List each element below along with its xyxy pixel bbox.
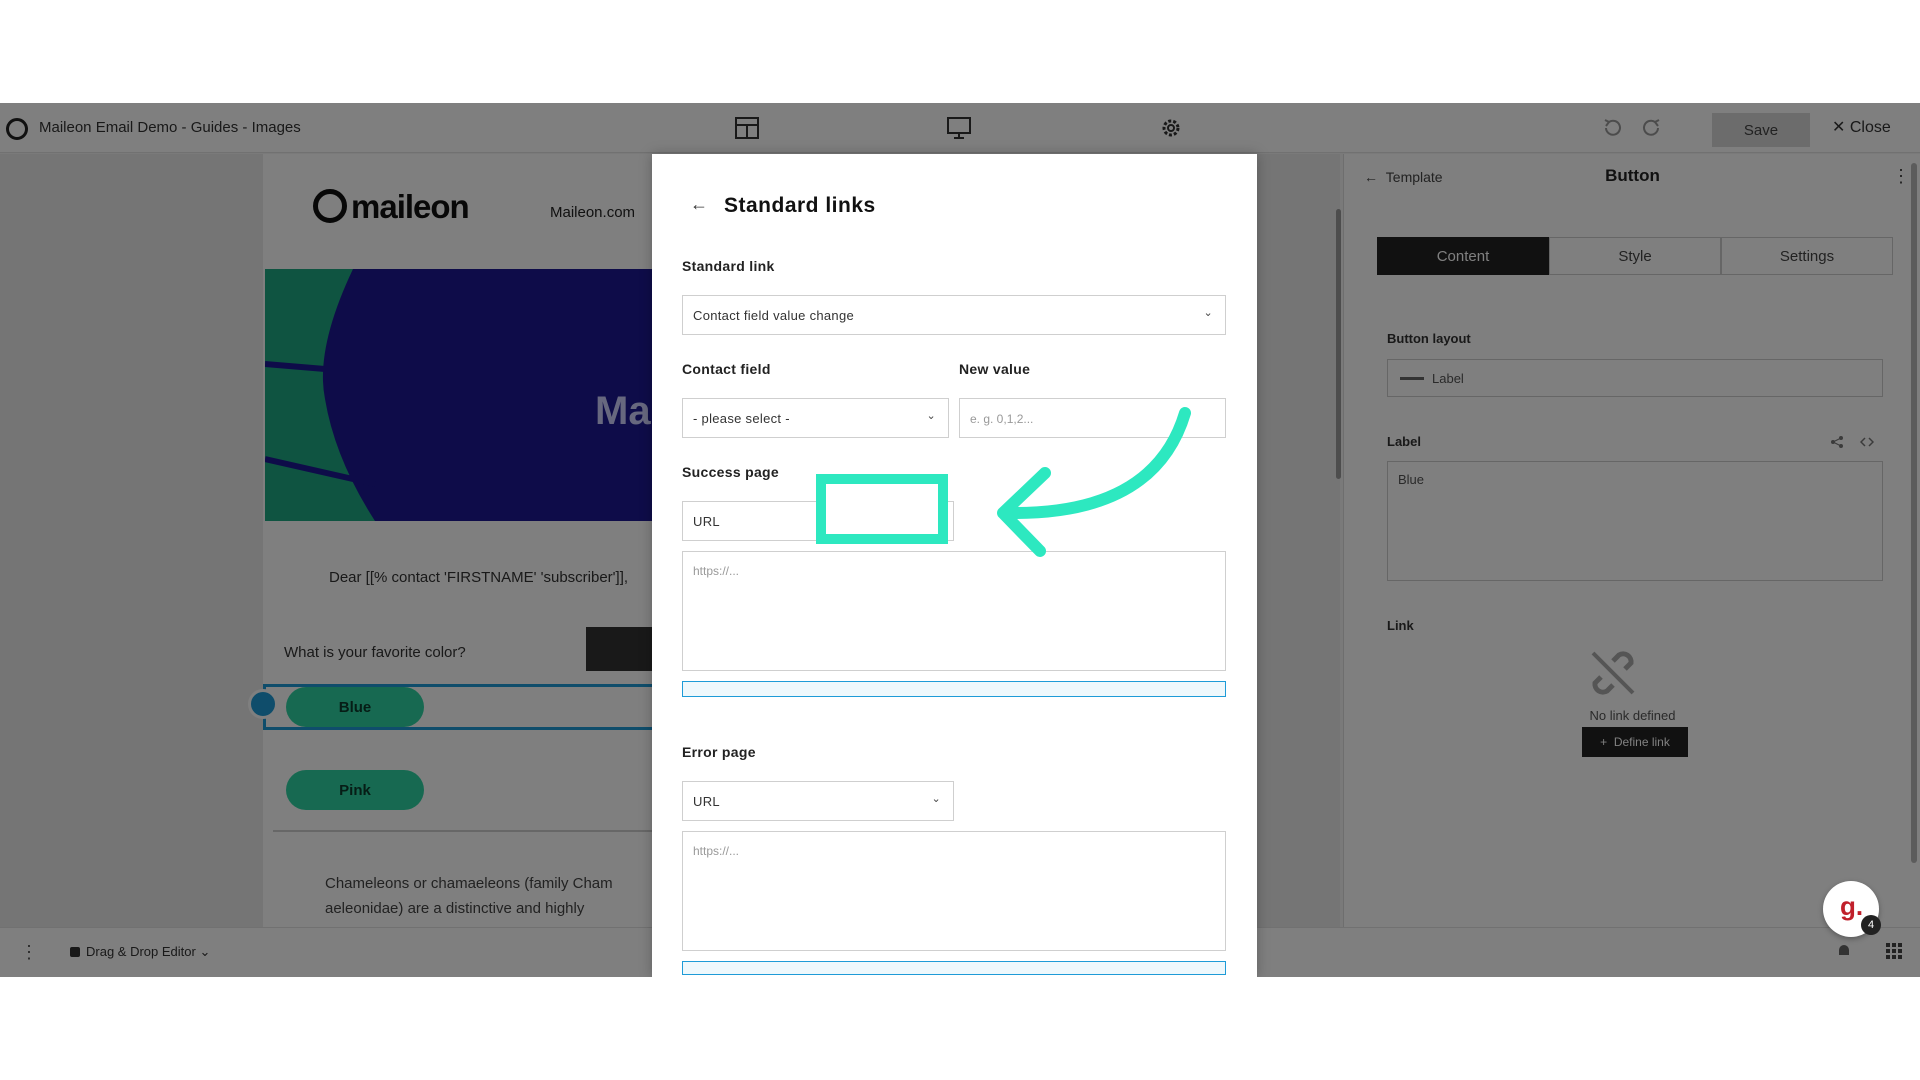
chevron-down-icon: ⌄: [926, 410, 936, 422]
guide-count-badge: 4: [1861, 915, 1881, 935]
back-arrow-icon[interactable]: ←: [690, 194, 708, 215]
error-page-label: Error page: [682, 744, 756, 760]
curved-arrow-icon: [997, 407, 1191, 557]
error-url-textarea[interactable]: https://...: [682, 831, 1226, 951]
error-url-bar: [682, 961, 1226, 975]
dialog-title: Standard links: [724, 194, 876, 217]
success-url-textarea[interactable]: https://...: [682, 551, 1226, 671]
success-page-label: Success page: [682, 464, 779, 480]
highlight-box: [816, 474, 948, 544]
standard-link-select[interactable]: Contact field value change ⌄: [682, 295, 1226, 335]
success-type-value: URL: [693, 514, 720, 529]
guide-logo-icon: g.: [1840, 891, 1864, 921]
chevron-down-icon: ⌄: [1203, 307, 1213, 319]
error-page-type-select[interactable]: URL ⌄: [682, 781, 954, 821]
contact-field-label: Contact field: [682, 361, 771, 377]
standard-link-value: Contact field value change: [693, 308, 855, 323]
standard-links-dialog: ← Standard links Standard link Contact f…: [652, 154, 1257, 977]
new-value-label: New value: [959, 361, 1031, 377]
guide-assistant-button[interactable]: g. 4: [1823, 881, 1881, 937]
chevron-down-icon: ⌄: [931, 793, 941, 805]
app-frame: Maileon Email Demo - Guides - Images Sav…: [0, 103, 1920, 977]
success-url-bar: [682, 681, 1226, 697]
error-type-value: URL: [693, 794, 720, 809]
contact-field-select[interactable]: - please select - ⌄: [682, 398, 949, 438]
contact-field-value: - please select -: [693, 411, 790, 426]
standard-link-label: Standard link: [682, 258, 775, 274]
